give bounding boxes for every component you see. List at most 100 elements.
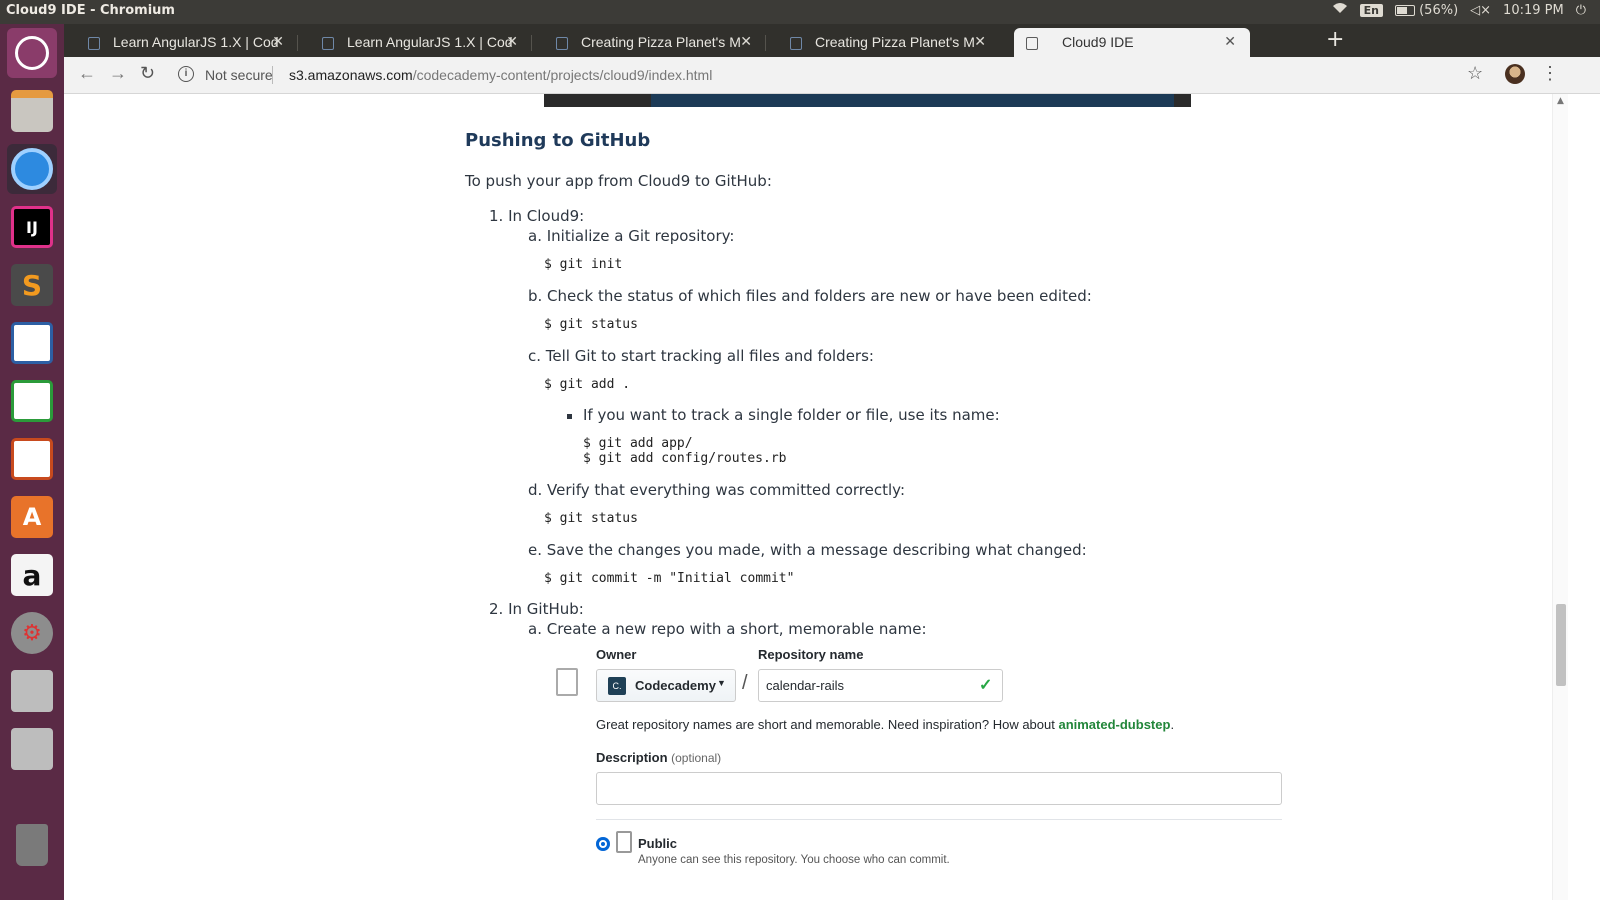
step-1d-label: d. Verify that everything was committed … (528, 481, 906, 499)
intellij-icon: IJ (11, 206, 53, 248)
system-settings-launcher-button[interactable]: ⚙ (7, 608, 57, 658)
reload-icon[interactable]: ↻ (140, 63, 155, 84)
disk-launcher-button-2[interactable] (7, 724, 57, 774)
chromium-launcher-button[interactable] (7, 144, 57, 194)
codecademy-logo-icon: C. (608, 677, 626, 695)
hard-disk-icon (11, 728, 53, 770)
battery-icon (1394, 4, 1415, 16)
bullet-text: If you want to track a single folder or … (583, 406, 1000, 424)
tab-label: Creating Pizza Planet's M (815, 34, 975, 50)
screenshot-image-bottom-edge (544, 94, 1191, 107)
profile-avatar[interactable] (1505, 64, 1525, 84)
public-label: Public (638, 836, 678, 851)
public-description: Anyone can see this repository. You choo… (638, 854, 950, 866)
tab-label: Cloud9 IDE (1062, 34, 1134, 50)
tab-label: Learn AngularJS 1.X | Cod (113, 34, 279, 50)
trash-icon (16, 824, 48, 866)
step-1b-label: b. Check the status of which files and f… (528, 287, 1092, 305)
disk-launcher-button[interactable] (7, 666, 57, 716)
battery-indicator[interactable]: (56%) (1394, 3, 1458, 18)
security-status-label[interactable]: Not secure (205, 67, 273, 83)
amazon-launcher-button[interactable]: a (7, 550, 57, 600)
calc-launcher-button[interactable] (7, 376, 57, 426)
step-1e-label: e. Save the changes you made, with a mes… (528, 541, 1087, 559)
step-1-label: 1. In Cloud9: (489, 207, 585, 225)
trash-launcher-button[interactable] (7, 820, 57, 870)
divider (596, 819, 1282, 820)
list-bullet (567, 414, 572, 419)
close-tab-icon[interactable]: ✕ (1224, 33, 1236, 50)
hard-disk-icon (11, 670, 53, 712)
shopping-bag-icon: A (11, 496, 53, 538)
step-2-label: 2. In GitHub: (489, 600, 584, 618)
browser-toolbar: ← → ↻ i Not secure s3.amazonaws.com/code… (64, 57, 1600, 94)
owner-label: Owner (596, 647, 637, 662)
code-git-status: $ git status (544, 317, 638, 332)
url-separator (272, 66, 273, 84)
owner-value: Codecademy (635, 678, 716, 693)
forward-arrow-icon[interactable]: → (109, 63, 127, 84)
browser-menu-icon[interactable]: ⋮ (1541, 63, 1559, 84)
software-center-launcher-button[interactable]: A (7, 492, 57, 542)
codecademy-favicon-icon (88, 37, 100, 50)
clock[interactable]: 10:19 PM (1503, 3, 1564, 18)
launcher: IJ S A a ⚙ (0, 24, 64, 900)
scroll-up-arrow-icon[interactable]: ▲ (1557, 96, 1564, 106)
spreadsheet-icon (11, 380, 53, 422)
close-tab-icon[interactable]: ✕ (974, 33, 986, 50)
back-arrow-icon[interactable]: ← (78, 63, 96, 84)
window-title: Cloud9 IDE - Chromium (6, 3, 175, 18)
tab-pizza-planet-1[interactable]: Creating Pizza Planet's M ✕ (532, 28, 766, 57)
system-top-bar: Cloud9 IDE - Chromium En (56%) ◁× 10:19 … (0, 0, 1600, 24)
ubuntu-dash-button[interactable] (7, 28, 57, 78)
window-right-margin (1568, 94, 1600, 900)
sublime-text-icon: S (11, 264, 53, 306)
description-input (596, 772, 1282, 805)
files-launcher-button[interactable] (7, 86, 57, 136)
volume-muted-icon[interactable]: ◁× (1470, 3, 1491, 18)
section-heading: Pushing to GitHub (465, 130, 651, 151)
tab-learn-angularjs-1[interactable]: Learn AngularJS 1.X | Cod ✕ (64, 28, 298, 57)
amazon-icon: a (11, 554, 53, 596)
page-scrollbar[interactable]: ▲ (1552, 94, 1568, 900)
step-1a-label: a. Initialize a Git repository: (528, 227, 735, 245)
tab-label: Learn AngularJS 1.X | Cod (347, 34, 513, 50)
scrollbar-thumb[interactable] (1556, 604, 1566, 686)
keyboard-language-indicator[interactable]: En (1359, 3, 1383, 17)
sublime-text-launcher-button[interactable]: S (7, 260, 57, 310)
close-tab-icon[interactable]: ✕ (506, 33, 518, 50)
repository-name-label: Repository name (758, 647, 864, 662)
writer-launcher-button[interactable] (7, 318, 57, 368)
tab-learn-angularjs-2[interactable]: Learn AngularJS 1.X | Cod ✕ (298, 28, 532, 57)
url-path: /codecademy-content/projects/cloud9/inde… (412, 67, 713, 83)
power-icon[interactable]: ⏻ (1576, 3, 1586, 18)
description-label-row: Description (optional) (596, 750, 722, 765)
tab-label: Creating Pizza Planet's M (581, 34, 741, 50)
tab-pizza-planet-2[interactable]: Creating Pizza Planet's M ✕ (766, 28, 1000, 57)
bookmark-star-icon[interactable]: ☆ (1467, 63, 1483, 84)
codecademy-favicon-icon (556, 37, 568, 50)
repo-name-hint: Great repository names are short and mem… (596, 717, 1175, 732)
close-tab-icon[interactable]: ✕ (272, 33, 284, 50)
code-git-add-specific: $ git add app/ $ git add config/routes.r… (583, 436, 787, 466)
tab-cloud9-ide[interactable]: Cloud9 IDE ✕ (1014, 28, 1250, 57)
settings-gear-icon: ⚙ (11, 612, 53, 654)
wifi-icon[interactable] (1332, 2, 1348, 18)
impress-launcher-button[interactable] (7, 434, 57, 484)
code-git-init: $ git init (544, 257, 623, 272)
document-icon (11, 322, 53, 364)
intro-paragraph: To push your app from Cloud9 to GitHub: (465, 172, 772, 190)
url-field[interactable]: s3.amazonaws.com/codecademy-content/proj… (289, 67, 712, 83)
info-icon[interactable]: i (178, 66, 194, 82)
step-1c-label: c. Tell Git to start tracking all files … (528, 347, 874, 365)
owner-repo-separator: / (742, 672, 748, 694)
url-host: s3.amazonaws.com (289, 67, 413, 83)
new-tab-button[interactable]: + (1326, 27, 1344, 52)
step-2a-label: a. Create a new repo with a short, memor… (528, 620, 927, 638)
close-tab-icon[interactable]: ✕ (740, 33, 752, 50)
repo-book-icon (556, 668, 578, 696)
public-repo-icon (616, 831, 632, 853)
caret-down-icon: ▼ (717, 678, 726, 688)
intellij-launcher-button[interactable]: IJ (7, 202, 57, 252)
valid-checkmark-icon: ✓ (979, 677, 993, 694)
